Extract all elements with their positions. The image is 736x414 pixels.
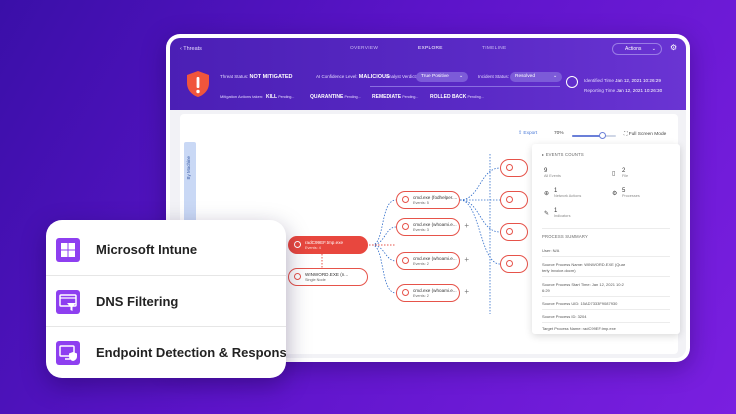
- feature-list-card: Microsoft Intune DNS Filtering Endpoint …: [46, 220, 286, 378]
- summary-source-process-name: Source Process Name: WINWORD.EXE (Quar: [542, 262, 626, 267]
- analyst-verdict-select[interactable]: True Positive ⌄: [416, 72, 468, 82]
- ai-confidence-label: AI Confidence Level:: [316, 74, 358, 79]
- mitigation-quarantine: QUARANTINE Pending...: [310, 94, 361, 100]
- tab-overview[interactable]: OVERVIEW: [350, 46, 378, 51]
- stat-all-events: 9 All Events: [544, 168, 561, 178]
- feature-row-intune: Microsoft Intune: [46, 224, 286, 274]
- stat-processes: 5 Processes: [622, 188, 640, 198]
- graph-node-child[interactable]: cmd.exe (whoami.e... Events: 3 +: [396, 218, 469, 236]
- clock-icon: [566, 76, 578, 88]
- process-icon: [506, 228, 513, 235]
- panel-divider: [542, 276, 670, 277]
- summary-start-time-cont: 6:29: [542, 288, 550, 293]
- actions-label: Actions: [625, 46, 642, 52]
- panel-divider: [542, 309, 670, 310]
- analyst-verdict-label: Analyst Verdict:: [386, 74, 418, 79]
- threat-status-label: Threat Status:: [220, 74, 249, 79]
- graph-node-child[interactable]: cmd.exe (whoami.e... Events: 2 +: [396, 284, 469, 302]
- analyst-verdict-value: True Positive: [421, 74, 449, 79]
- chevron-down-icon: ⌄: [651, 46, 656, 52]
- mitigation-kill: KILL Pending...: [266, 94, 295, 100]
- feature-row-edr: Endpoint Detection & Response: [46, 326, 286, 376]
- threat-status: Threat Status: NOT MITIGATED: [220, 74, 293, 80]
- mitigation-label: Mitigation Actions taken:: [220, 94, 264, 99]
- feature-row-dns: DNS Filtering: [46, 275, 286, 325]
- graph-node-child[interactable]: cmd.exe (whoami.e... Events: 2 +: [396, 252, 469, 270]
- actions-dropdown[interactable]: Actions ⌄: [612, 43, 662, 55]
- summary-source-process-name-cont: terly Invoice.docm): [542, 268, 576, 273]
- graph-node-collapsed[interactable]: [500, 159, 528, 177]
- process-icon: [506, 196, 513, 203]
- mitigation-remediate: REMEDIATE Pending...: [372, 94, 419, 100]
- ai-confidence: AI Confidence Level: MALICIOUS: [316, 74, 390, 80]
- graph-node-child[interactable]: cmd.exe (fodhelper.... Events: 5: [396, 191, 460, 209]
- tab-explore[interactable]: EXPLORE: [418, 46, 443, 51]
- process-gear-icon: ⚙: [612, 191, 618, 197]
- mitigation-rolled-back: ROLLED BACK Pending...: [430, 94, 484, 100]
- indicator-icon: ✎: [544, 211, 550, 217]
- process-icon: [402, 289, 409, 296]
- events-counts-title[interactable]: ▸ EVENTS COUNTS: [542, 152, 584, 157]
- chevron-down-icon: ⌄: [458, 74, 463, 79]
- process-icon: [294, 273, 301, 280]
- panel-divider: [542, 228, 670, 229]
- panel-divider: [542, 256, 670, 257]
- tab-timeline[interactable]: TIMELINE: [482, 46, 507, 51]
- gear-icon[interactable]: ⚙: [670, 43, 677, 52]
- expand-plus-icon[interactable]: +: [464, 287, 469, 296]
- process-details-panel: ▸ EVENTS COUNTS 9 All Events ▯ 2 File ⊕ …: [532, 144, 680, 334]
- process-icon: [506, 164, 513, 171]
- windows-grid-icon: [56, 238, 80, 262]
- process-icon: [402, 257, 409, 264]
- graph-node-collapsed[interactable]: [500, 255, 528, 273]
- summary-start-time: Source Process Start Time: Jan 12, 2021 …: [542, 282, 624, 287]
- expand-plus-icon[interactable]: +: [464, 255, 469, 264]
- network-icon: ⊕: [544, 191, 550, 197]
- process-icon: [294, 241, 301, 248]
- reporting-time: Reporting Time Jan 12, 2021 10:26:30: [584, 88, 663, 93]
- threat-shield-icon: [187, 71, 209, 97]
- graph-node-collapsed[interactable]: [500, 191, 528, 209]
- threat-header: ‹ Threats OVERVIEW EXPLORE TIMELINE Acti…: [170, 38, 686, 110]
- stat-file: 2 File: [622, 168, 629, 178]
- process-icon: [506, 260, 513, 267]
- panel-divider: [542, 296, 670, 297]
- graph-node-collapsed[interactable]: [500, 223, 528, 241]
- incident-status-label: Incident Status:: [478, 74, 510, 79]
- chevron-right-icon: ▸: [542, 152, 545, 157]
- file-icon: ▯: [612, 171, 616, 177]
- feature-label: DNS Filtering: [96, 294, 179, 309]
- shield-monitor-icon: [56, 341, 80, 365]
- summary-target-process: Target Process Name: radC99EF.tmp.exe: [542, 326, 616, 331]
- identified-time: Identified Time Jan 12, 2021 10:26:29: [584, 78, 661, 83]
- summary-source-uid: Source Process UID: 15AD7333F9087930: [542, 301, 618, 306]
- graph-node-main[interactable]: radC99EF.tmp.exe Events: 4: [288, 236, 368, 254]
- back-label: Threats: [183, 46, 202, 52]
- feature-label: Endpoint Detection & Response: [96, 345, 286, 360]
- graph-node-parent[interactable]: WINWORD.EXE (n... Single Node: [288, 268, 368, 286]
- back-link[interactable]: ‹ Threats: [180, 46, 202, 52]
- stat-indicators: 1 Indicators: [554, 208, 571, 218]
- process-icon: [402, 223, 409, 230]
- stat-network-actions: 1 Network Actions: [554, 188, 582, 198]
- expand-plus-icon[interactable]: +: [464, 221, 469, 230]
- feature-label: Microsoft Intune: [96, 242, 198, 257]
- process-summary-title: PROCESS SUMMARY: [542, 234, 588, 239]
- dns-filter-icon: [56, 290, 80, 314]
- incident-status-value: Resolved: [515, 74, 535, 79]
- panel-divider: [542, 322, 670, 323]
- header-divider: [370, 86, 560, 87]
- process-icon: [402, 196, 409, 203]
- summary-source-pid: Source Process ID: 3204: [542, 314, 587, 319]
- threat-status-value: NOT MITIGATED: [249, 74, 293, 80]
- chevron-down-icon: ⌄: [552, 74, 557, 79]
- summary-user: User: N/A: [542, 248, 560, 253]
- incident-status-select[interactable]: Resolved ⌄: [510, 72, 562, 82]
